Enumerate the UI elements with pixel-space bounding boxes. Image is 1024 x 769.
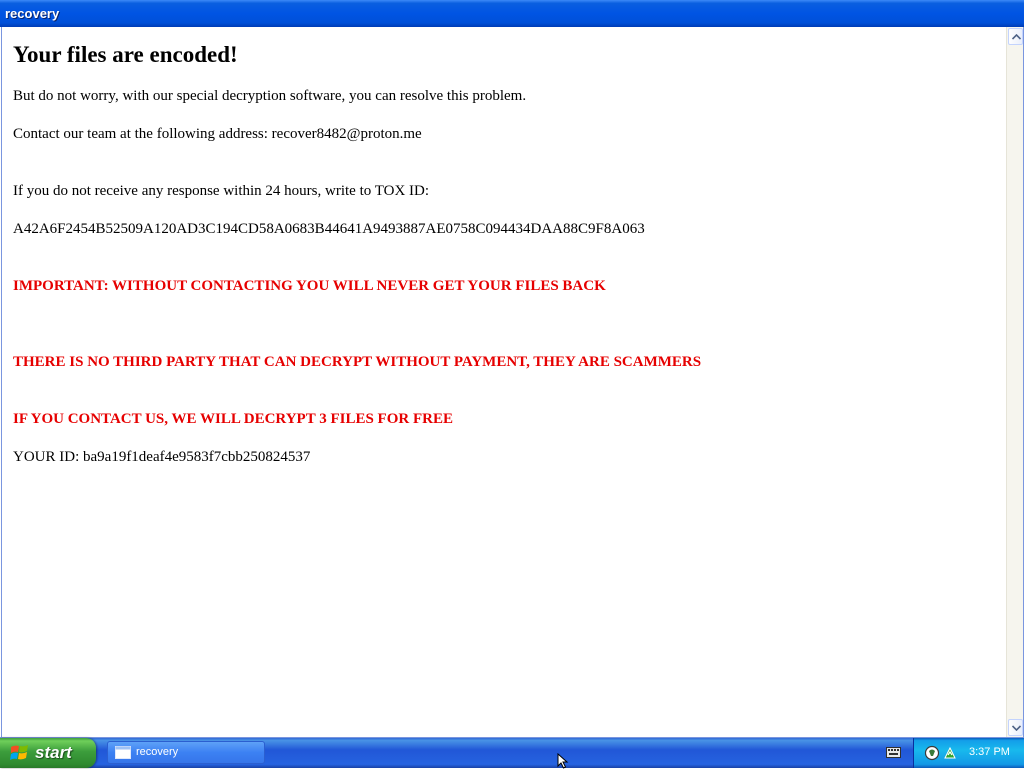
vertical-scrollbar[interactable]: [1006, 27, 1023, 737]
warning-third-party: THERE IS NO THIRD PARTY THAT CAN DECRYPT…: [13, 354, 702, 370]
network-icon[interactable]: [924, 745, 940, 761]
scroll-up-arrow-icon: [1012, 34, 1021, 40]
scroll-up-button[interactable]: [1008, 28, 1023, 45]
scroll-down-button[interactable]: [1008, 719, 1023, 736]
security-icon[interactable]: [942, 745, 958, 761]
mouse-cursor-icon: [557, 753, 569, 769]
system-tray: 3:37 PM: [913, 738, 1024, 768]
start-button[interactable]: start: [0, 738, 96, 768]
warning-free-decrypt: IF YOU CONTACT US, WE WILL DECRYPT 3 FIL…: [13, 411, 453, 427]
window-icon: [115, 746, 131, 759]
windows-flag-icon: [10, 745, 28, 760]
scroll-down-arrow-icon: [1012, 725, 1021, 731]
ransom-note-content: Your files are encoded! But do not worry…: [1, 27, 1006, 737]
window-title: recovery: [5, 6, 60, 21]
taskbar: start recovery 3:37 PM: [0, 738, 1024, 768]
clock[interactable]: 3:37 PM: [969, 746, 1010, 758]
tox-id-value: A42A6F2454B52509A120AD3C194CD58A0683B446…: [13, 221, 645, 237]
taskbar-item-recovery[interactable]: recovery: [107, 741, 265, 764]
taskbar-item-label: recovery: [136, 746, 179, 758]
victim-id: YOUR ID: ba9a19f1deaf4e9583f7cbb25082453…: [13, 449, 311, 465]
note-line-reassurance: But do not worry, with our special decry…: [13, 88, 527, 104]
title-bar[interactable]: recovery: [0, 0, 1024, 27]
warning-important: IMPORTANT: WITHOUT CONTACTING YOU WILL N…: [13, 278, 606, 294]
note-line-contact: Contact our team at the following addres…: [13, 126, 422, 142]
note-heading: Your files are encoded!: [13, 42, 238, 67]
keyboard-icon[interactable]: [886, 747, 901, 758]
note-line-tox-instruction: If you do not receive any response withi…: [13, 183, 430, 199]
recovery-window: recovery Your files are encoded! But do …: [0, 0, 1024, 738]
start-label: start: [35, 743, 72, 762]
